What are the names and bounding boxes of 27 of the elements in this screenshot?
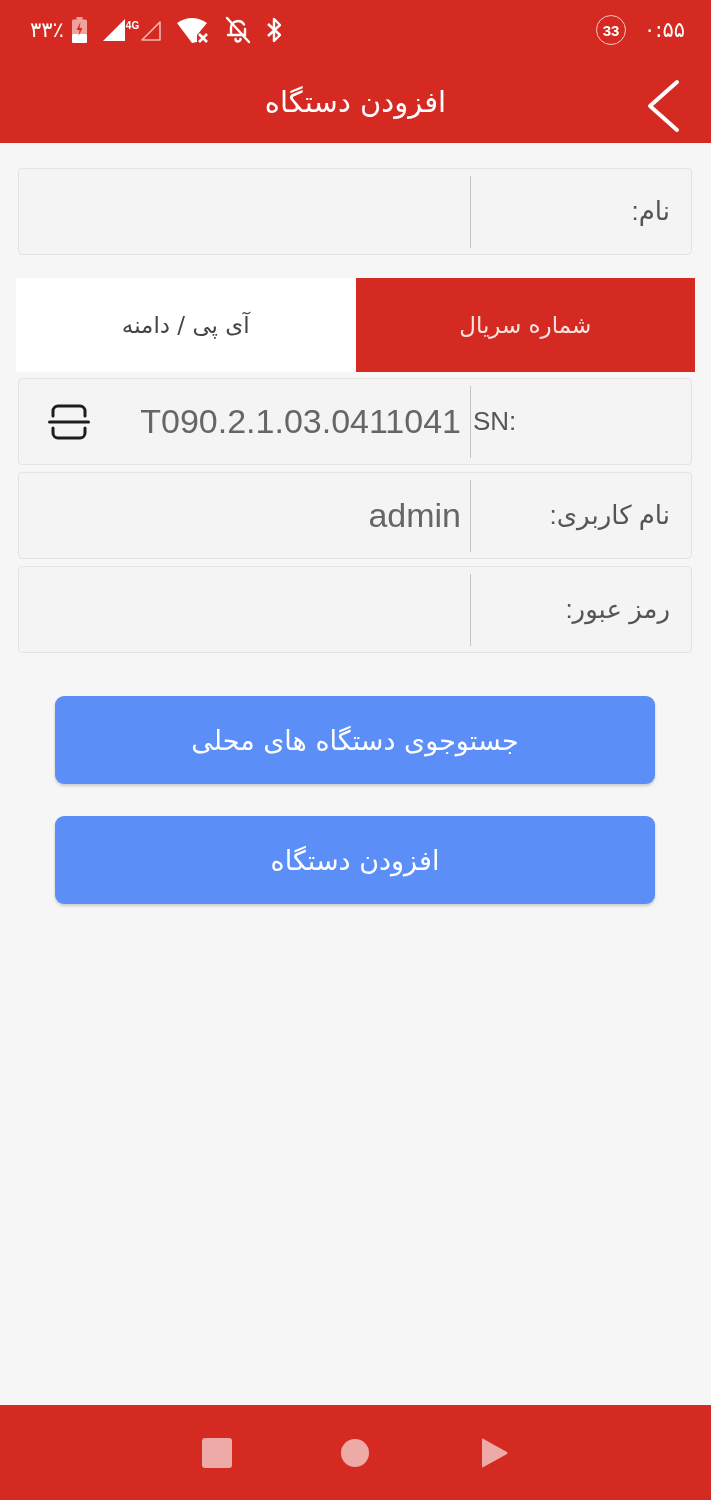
back-chevron-icon — [645, 79, 681, 133]
circle-icon — [339, 1436, 372, 1469]
cellular-signal-icon — [102, 19, 125, 41]
tab[interactable]: آی پی / دامنه — [16, 278, 356, 372]
field-label: رمز عبور: — [564, 594, 670, 625]
wifi-off-icon — [177, 17, 210, 43]
scan-icon[interactable] — [48, 402, 90, 441]
network-type-label: 4G — [125, 20, 140, 31]
back-button[interactable] — [645, 79, 681, 133]
field-label: نام: — [630, 196, 670, 227]
action-button[interactable]: جستوجوی دستگاه های محلی — [55, 696, 655, 784]
battery-charging-icon — [71, 17, 87, 43]
input-field[interactable]: admin — [19, 479, 471, 552]
field-label: نام کاربری: — [548, 500, 670, 531]
battery-percent: ۳۳٪ — [30, 18, 64, 42]
action-button[interactable]: افزودن دستگاه — [55, 816, 655, 904]
clock-time: ۰:۵۵ — [644, 18, 685, 42]
field-label: SN: — [473, 406, 518, 437]
cellular-signal-icon — [141, 21, 162, 41]
page-title: افزودن دستگاه — [264, 84, 447, 119]
recents-button[interactable] — [201, 1436, 234, 1469]
home-button[interactable] — [339, 1436, 372, 1469]
serial-number-field[interactable]: T090.2.1.03.0411041 — [19, 385, 471, 458]
bluetooth-icon — [267, 17, 282, 43]
bell-off-icon — [225, 16, 252, 44]
tab[interactable]: شماره سریال — [355, 278, 695, 372]
square-icon — [201, 1436, 234, 1469]
